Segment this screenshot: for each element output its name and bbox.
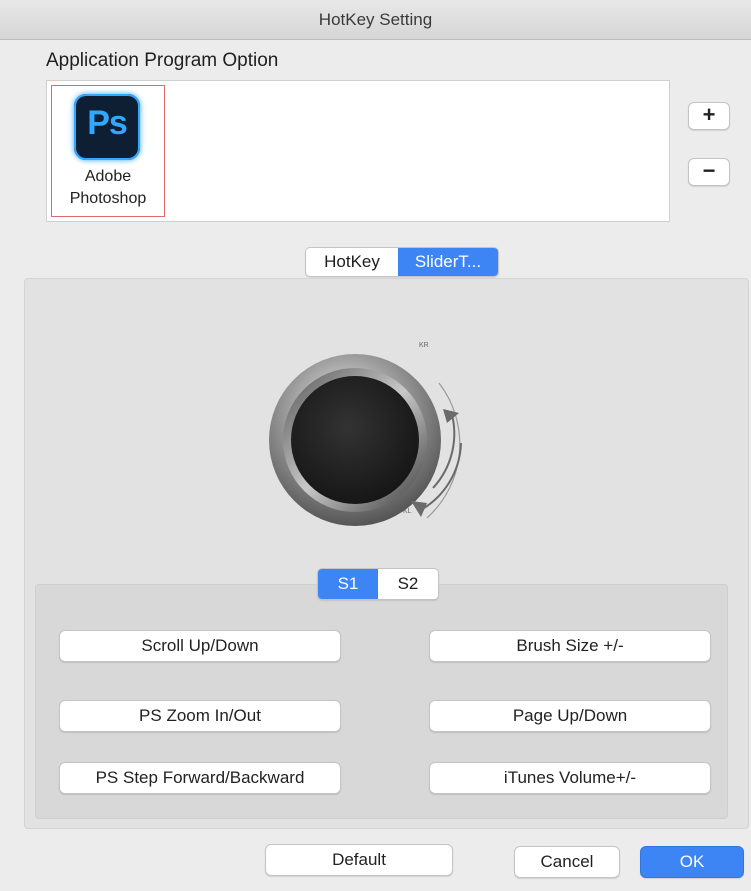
function-button-s1-right-3[interactable]: iTunes Volume+/-	[429, 762, 711, 794]
dial-label-kr: KR	[419, 342, 429, 349]
slider-settings-panel: KR KL Scroll Up/Down PS Zoom In/Out PS S…	[24, 278, 749, 829]
add-app-button[interactable]: +	[688, 102, 730, 130]
window-title-bar: HotKey Setting	[0, 0, 751, 40]
dial-illustration: KR KL	[269, 342, 462, 526]
cancel-button[interactable]: Cancel	[514, 846, 620, 878]
function-button-s1-right-1[interactable]: Brush Size +/-	[429, 630, 711, 662]
mode-tabs: HotKey SliderT...	[305, 247, 499, 277]
default-button[interactable]: Default	[265, 844, 453, 876]
dial-label-kl: KL	[403, 508, 412, 515]
application-list[interactable]: Ps Adobe Photoshop	[46, 80, 670, 222]
tab-slider-touch[interactable]: SliderT...	[398, 248, 498, 276]
function-button-s1-left-3[interactable]: PS Step Forward/Backward	[59, 762, 341, 794]
dial-ccw-arrowhead-icon	[411, 501, 427, 517]
ok-button[interactable]: OK	[640, 846, 744, 878]
tab-hotkey[interactable]: HotKey	[306, 248, 398, 276]
app-item-photoshop[interactable]: Ps Adobe Photoshop	[51, 85, 165, 217]
remove-app-button[interactable]: −	[688, 158, 730, 186]
app-item-label: Adobe Photoshop	[52, 166, 164, 210]
app-name-line1: Adobe	[84, 168, 132, 185]
photoshop-icon: Ps	[74, 94, 140, 160]
dial-knob	[291, 376, 419, 504]
tab-s1[interactable]: S1	[318, 569, 378, 599]
function-button-s1-right-2[interactable]: Page Up/Down	[429, 700, 711, 732]
slot-tabs: S1 S2	[317, 568, 439, 600]
tab-s2[interactable]: S2	[378, 569, 438, 599]
function-assignment-panel: Scroll Up/Down PS Zoom In/Out PS Step Fo…	[35, 584, 728, 819]
app-section-label: Application Program Option	[46, 50, 279, 71]
app-name-line2: Photoshop	[69, 190, 147, 207]
photoshop-icon-text: Ps	[87, 104, 128, 142]
function-button-s1-left-2[interactable]: PS Zoom In/Out	[59, 700, 341, 732]
function-button-s1-left-1[interactable]: Scroll Up/Down	[59, 630, 341, 662]
window-title: HotKey Setting	[318, 10, 433, 29]
